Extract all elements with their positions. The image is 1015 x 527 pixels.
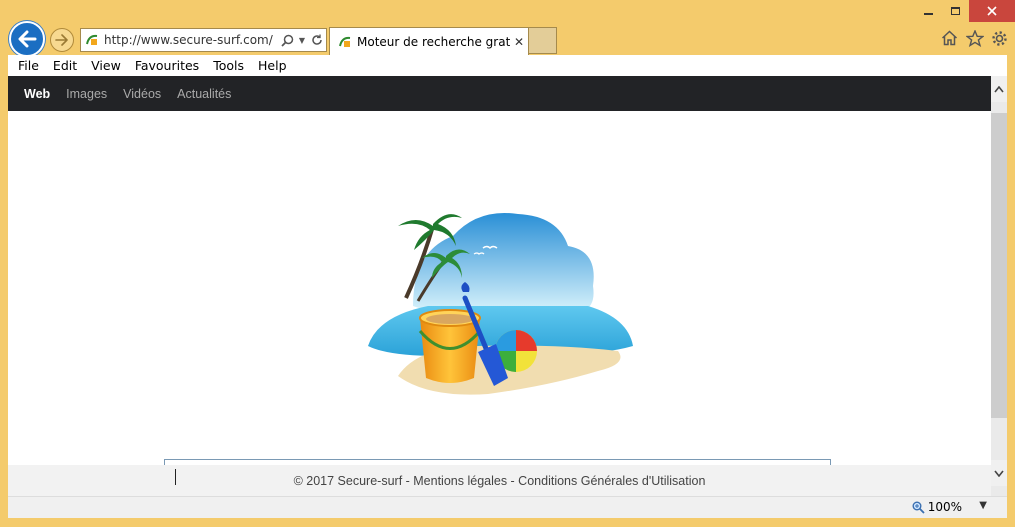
zoom-dropdown[interactable]: ▼ xyxy=(979,500,987,511)
tab-active[interactable]: Moteur de recherche gratui... ✕ xyxy=(329,27,529,55)
site-nav-news[interactable]: Actualités xyxy=(177,87,231,101)
menu-bar: File Edit View Favourites Tools Help xyxy=(8,55,1007,76)
status-bar: 100% ▼ xyxy=(8,496,1007,518)
zoom-level: 100% xyxy=(927,500,962,514)
refresh-icon xyxy=(312,34,322,45)
toolbar-icons xyxy=(940,28,1009,48)
gear-icon xyxy=(992,30,1007,46)
maximize-button[interactable] xyxy=(942,0,969,22)
back-arrow-icon xyxy=(18,30,37,48)
site-nav-images[interactable]: Images xyxy=(66,87,107,101)
beach-logo xyxy=(368,212,633,395)
new-tab-button[interactable] xyxy=(529,27,557,54)
zoom-control[interactable]: 100% xyxy=(912,500,962,514)
tab-title: Moteur de recherche gratui... xyxy=(357,34,510,49)
address-bar[interactable]: http://www.secure-surf.com/ ▼ xyxy=(80,28,327,52)
chevron-up-icon xyxy=(994,85,1004,92)
scroll-up-button[interactable] xyxy=(991,76,1007,102)
vertical-scrollbar[interactable] xyxy=(991,76,1007,496)
zoom-icon xyxy=(912,501,925,514)
menu-help[interactable]: Help xyxy=(258,58,295,73)
star-icon xyxy=(965,29,984,47)
forward-arrow-icon xyxy=(55,34,68,46)
favicon-icon xyxy=(86,34,98,45)
favorites-button[interactable] xyxy=(965,28,984,48)
text-cursor xyxy=(175,469,176,485)
forward-button[interactable] xyxy=(50,28,74,52)
menu-view[interactable]: View xyxy=(91,58,129,73)
site-nav: Web Images Vidéos Actualités xyxy=(8,76,991,111)
scroll-down-button[interactable] xyxy=(991,460,1007,486)
search-icon xyxy=(280,34,293,47)
browser-window: http://www.secure-surf.com/ ▼ Moteur de … xyxy=(0,0,1015,527)
site-footer: © 2017 Secure-surf - Mentions légales - … xyxy=(8,465,991,496)
menu-file[interactable]: File xyxy=(18,58,47,73)
footer-text[interactable]: © 2017 Secure-surf - Mentions légales - … xyxy=(294,474,706,488)
settings-button[interactable] xyxy=(990,28,1009,48)
chevron-down-icon xyxy=(994,470,1004,477)
tab-close-button[interactable]: ✕ xyxy=(510,35,528,49)
menu-favourites[interactable]: Favourites xyxy=(135,58,207,73)
back-button[interactable] xyxy=(9,21,45,57)
address-url[interactable]: http://www.secure-surf.com/ xyxy=(104,33,278,47)
page-content: Web Images Vidéos Actualités © 2017 Secu… xyxy=(8,76,991,496)
close-window-button[interactable] xyxy=(969,0,1015,22)
search-button[interactable] xyxy=(278,29,296,51)
site-nav-videos[interactable]: Vidéos xyxy=(123,87,161,101)
address-dropdown[interactable]: ▼ xyxy=(296,29,308,51)
menu-tools[interactable]: Tools xyxy=(213,58,252,73)
home-icon xyxy=(941,30,958,46)
home-button[interactable] xyxy=(940,28,959,48)
minimize-button[interactable] xyxy=(915,0,942,22)
close-icon xyxy=(987,6,997,16)
refresh-button[interactable] xyxy=(308,29,326,51)
menu-edit[interactable]: Edit xyxy=(53,58,85,73)
window-controls xyxy=(915,0,1015,22)
site-nav-web[interactable]: Web xyxy=(24,87,50,101)
scroll-thumb[interactable] xyxy=(991,113,1007,418)
tab-favicon-icon xyxy=(339,36,351,47)
